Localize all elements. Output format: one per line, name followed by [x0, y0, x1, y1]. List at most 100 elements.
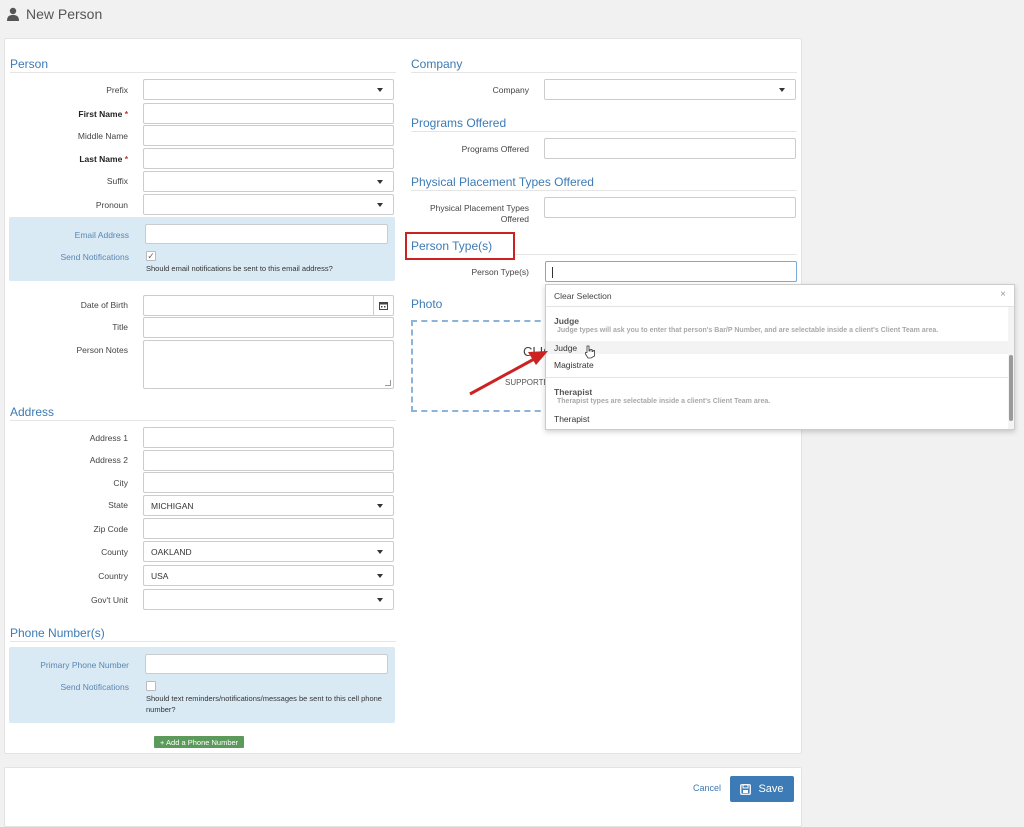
- divider: [10, 641, 396, 642]
- notes-textarea[interactable]: [143, 340, 394, 389]
- dropdown-option-label: Magistrate: [554, 359, 594, 370]
- dropdown-option-label: Therapist: [554, 413, 590, 424]
- person-types-dropdown: Clear Selection × Judge Judge types will…: [545, 284, 1015, 430]
- middle-name-input[interactable]: [143, 125, 394, 146]
- programs-input[interactable]: [544, 138, 796, 159]
- person-types-label: Person Type(s): [471, 267, 529, 277]
- dropdown-option-therapist[interactable]: Therapist: [546, 412, 1008, 425]
- divider: [10, 420, 396, 421]
- section-title-person: Person: [10, 57, 49, 71]
- title-input[interactable]: [143, 317, 394, 338]
- person-icon: [7, 7, 19, 21]
- dropdown-group-judge: Judge: [554, 316, 580, 326]
- state-select[interactable]: MICHIGAN: [143, 495, 394, 516]
- state-label: State: [108, 500, 128, 510]
- company-label: Company: [492, 85, 529, 95]
- govt-unit-select[interactable]: [143, 589, 394, 610]
- address2-label: Address 2: [89, 455, 128, 465]
- country-label: Country: [98, 571, 128, 581]
- calendar-icon[interactable]: [373, 295, 393, 316]
- divider: [411, 72, 797, 73]
- country-select[interactable]: USA: [143, 565, 394, 586]
- save-button-label: Save: [758, 783, 784, 795]
- city-input[interactable]: [143, 472, 394, 493]
- section-title-programs: Programs Offered: [411, 116, 507, 130]
- clear-selection-option[interactable]: Clear Selection: [546, 285, 1014, 307]
- email-send-notifications-label: Send Notifications: [60, 252, 129, 262]
- last-name-label-text: Last Name: [79, 154, 123, 164]
- text-caret: [552, 267, 553, 278]
- dropdown-group-judge-description: Judge types will ask you to enter that p…: [557, 327, 939, 334]
- pronoun-label: Pronoun: [95, 200, 128, 210]
- person-types-input[interactable]: [545, 261, 797, 282]
- middle-name-label: Middle Name: [77, 131, 128, 141]
- programs-label: Programs Offered: [461, 144, 529, 154]
- notes-label: Person Notes: [76, 345, 129, 355]
- resize-grip-icon[interactable]: [385, 380, 391, 386]
- email-input[interactable]: [145, 224, 388, 244]
- prefix-label: Prefix: [106, 85, 128, 95]
- suffix-select[interactable]: [143, 171, 394, 192]
- divider: [10, 72, 396, 73]
- section-title-photo: Photo: [411, 297, 443, 311]
- title-label: Title: [112, 322, 128, 332]
- suffix-label: Suffix: [106, 176, 128, 186]
- photo-supported-text: SUPPORTE: [505, 378, 549, 387]
- divider: [411, 131, 797, 132]
- primary-phone-input[interactable]: [145, 654, 388, 674]
- dropdown-option-judge[interactable]: Judge: [546, 341, 1008, 354]
- dropdown-divider: [546, 377, 1008, 378]
- sms-notifications-help-line2: number?: [146, 705, 176, 714]
- zip-label: Zip Code: [93, 524, 129, 534]
- save-button[interactable]: Save: [730, 776, 794, 802]
- email-label: Email Address: [74, 230, 129, 240]
- email-notifications-checkbox[interactable]: ✓: [146, 251, 156, 261]
- zip-input[interactable]: [143, 518, 394, 539]
- photo-dropzone[interactable]: CLIC SUPPORTE: [411, 320, 553, 412]
- footer-card: [4, 767, 802, 827]
- primary-phone-label: Primary Phone Number: [40, 660, 129, 670]
- county-select[interactable]: OAKLAND: [143, 541, 394, 562]
- dropdown-option-label: Judge: [554, 342, 578, 353]
- last-name-label: Last Name *: [10, 154, 128, 164]
- placements-label-line1: Physical Placement Types: [429, 203, 529, 213]
- sms-notifications-checkbox[interactable]: [146, 681, 156, 691]
- address1-input[interactable]: [143, 427, 394, 448]
- add-phone-button[interactable]: + Add a Phone Number: [154, 736, 245, 748]
- first-name-label-text: First Name: [78, 109, 123, 119]
- dropdown-scrollbar-thumb[interactable]: [1009, 355, 1013, 421]
- required-mark: *: [124, 109, 128, 119]
- dob-label: Date of Birth: [80, 300, 128, 310]
- dropdown-group-therapist-description: Therapist types are selectable inside a …: [557, 398, 771, 405]
- save-icon: [740, 783, 752, 795]
- section-title-company: Company: [411, 57, 463, 71]
- clear-selection-label: Clear Selection: [554, 290, 612, 301]
- required-mark: *: [124, 154, 128, 164]
- section-title-address: Address: [10, 405, 55, 419]
- placements-label-line2: Offered: [500, 214, 529, 224]
- company-select[interactable]: [544, 79, 796, 100]
- county-label: County: [101, 547, 128, 557]
- close-icon[interactable]: ×: [1000, 289, 1006, 300]
- city-label: City: [113, 478, 128, 488]
- address1-label: Address 1: [89, 433, 128, 443]
- page-title: New Person: [26, 6, 103, 22]
- dropdown-group-therapist: Therapist: [554, 387, 593, 397]
- first-name-label: First Name *: [10, 109, 128, 119]
- govt-unit-label: Gov't Unit: [90, 595, 128, 605]
- sms-send-notifications-label: Send Notifications: [60, 682, 129, 692]
- pronoun-select[interactable]: [143, 194, 394, 215]
- email-notifications-help: Should email notifications be sent to th…: [146, 264, 333, 273]
- placements-input[interactable]: [544, 197, 796, 218]
- dropdown-option-magistrate[interactable]: Magistrate: [546, 358, 1008, 371]
- cancel-link[interactable]: Cancel: [693, 783, 721, 793]
- section-title-phones: Phone Number(s): [10, 626, 105, 640]
- address2-input[interactable]: [143, 450, 394, 471]
- first-name-input[interactable]: [143, 103, 394, 124]
- last-name-input[interactable]: [143, 148, 394, 169]
- divider: [411, 190, 797, 191]
- dob-input[interactable]: [143, 295, 394, 316]
- sms-notifications-help-line1: Should text reminders/notifications/mess…: [146, 694, 382, 703]
- prefix-select[interactable]: [143, 79, 394, 100]
- page-header: New Person: [6, 4, 102, 24]
